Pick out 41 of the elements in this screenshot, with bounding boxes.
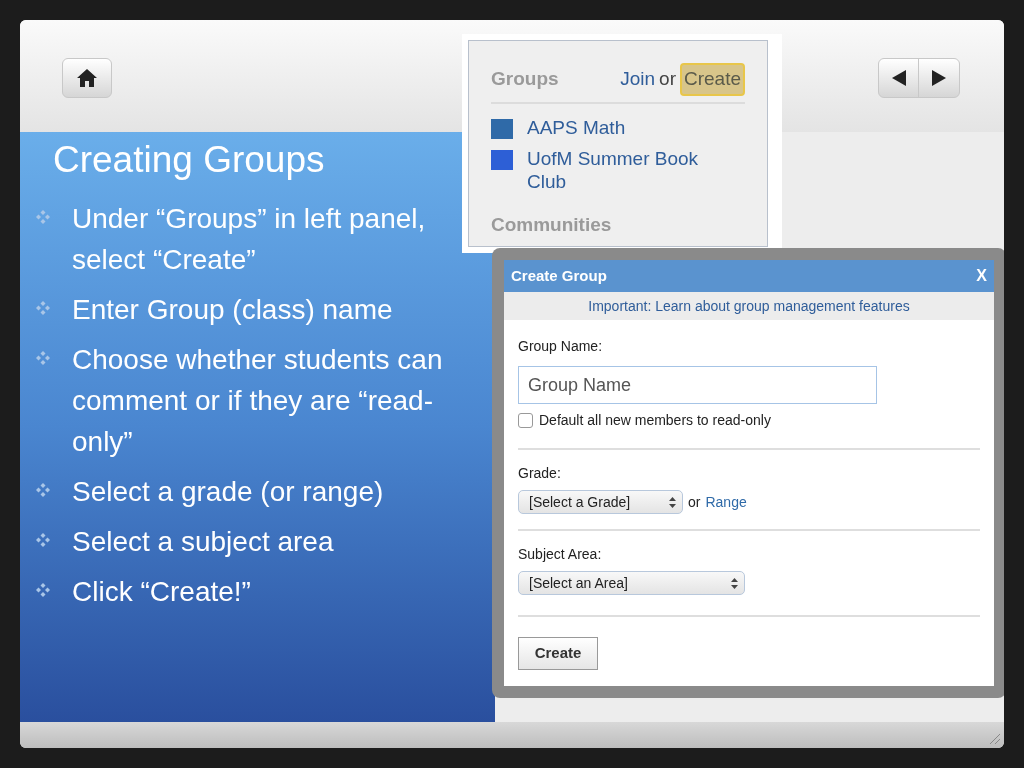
bullet-icon bbox=[36, 583, 50, 597]
read-only-label: Default all new members to read-only bbox=[539, 411, 771, 430]
range-link[interactable]: Range bbox=[705, 491, 747, 513]
resize-grip-icon bbox=[990, 734, 1000, 744]
join-link[interactable]: Join bbox=[620, 65, 656, 94]
subject-area-select[interactable]: [Select an Area] bbox=[518, 571, 745, 595]
bullet-text: Enter Group (class) name bbox=[72, 293, 394, 327]
bullet-text: Choose whether students can comment or if they are “read-only” bbox=[72, 343, 444, 459]
group-name-label: Group Name: bbox=[518, 337, 604, 356]
bullet-icon bbox=[36, 351, 50, 365]
bullet-text: Under “Groups” in left panel, select “Create” bbox=[72, 202, 427, 277]
create-button[interactable]: Create bbox=[518, 637, 598, 670]
right-arrow-icon bbox=[932, 70, 946, 86]
create-link[interactable]: Create bbox=[679, 63, 745, 96]
grade-select[interactable]: [Select a Grade] bbox=[518, 490, 683, 514]
stepper-icon bbox=[669, 496, 676, 508]
grade-label: Grade: bbox=[518, 464, 562, 483]
communities-heading: Communities bbox=[491, 212, 613, 237]
stepper-icon bbox=[731, 577, 738, 589]
bullet-text: Select a grade (or range) bbox=[72, 475, 385, 509]
read-only-checkbox[interactable] bbox=[518, 413, 533, 428]
home-button[interactable] bbox=[62, 58, 112, 98]
bullet-icon bbox=[36, 533, 50, 547]
left-arrow-icon bbox=[891, 70, 906, 86]
group-link[interactable]: UofM Summer Book Club bbox=[527, 146, 737, 193]
groups-heading: Groups bbox=[491, 67, 559, 91]
bullet-icon bbox=[36, 301, 50, 315]
slide-title: Creating Groups bbox=[52, 138, 326, 182]
close-button[interactable]: X bbox=[976, 264, 987, 288]
notice-link[interactable]: Important: Learn about group management features bbox=[588, 295, 910, 317]
dialog-title: Create Group bbox=[511, 265, 607, 286]
bullet-icon bbox=[36, 210, 50, 224]
home-icon bbox=[77, 69, 97, 87]
group-name-field[interactable]: Group Name bbox=[518, 366, 877, 404]
bullet-text: Select a subject area bbox=[72, 525, 335, 559]
bullet-icon bbox=[36, 483, 50, 497]
or-text: or bbox=[659, 67, 676, 91]
subject-area-label: Subject Area: bbox=[518, 545, 603, 564]
group-link[interactable]: AAPS Math bbox=[527, 115, 737, 139]
bullet-text: Click “Create!” bbox=[72, 575, 252, 609]
or-text: or bbox=[688, 492, 701, 512]
